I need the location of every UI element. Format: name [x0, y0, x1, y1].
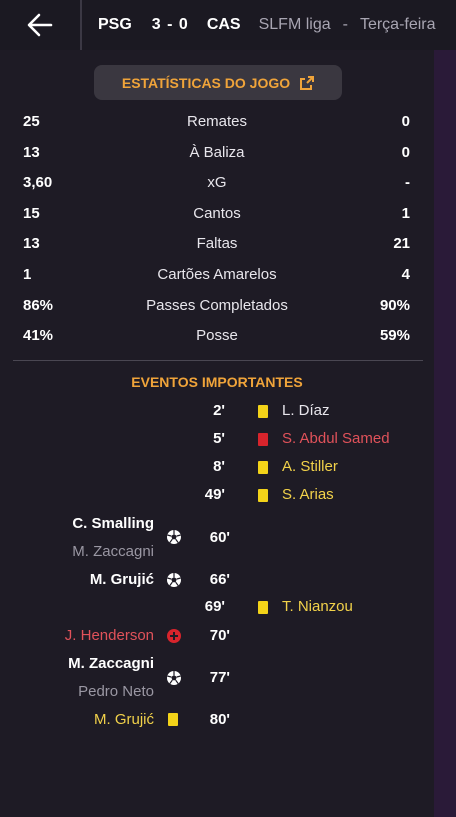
goal-scorer[interactable]: M. Zaccagni [68, 655, 154, 672]
stat-row-on-target: 13 À Baliza 0 [0, 137, 434, 168]
stat-away-value: 1 [401, 204, 410, 222]
event-player[interactable]: M. Grujić [94, 711, 154, 728]
event-player[interactable]: L. Díaz [282, 402, 330, 419]
match-header: PSG 3 - 0 CAS SLFM liga - Terça-feira [0, 0, 456, 50]
stat-label: Faltas [196, 235, 238, 253]
event-minute: 70' [209, 627, 230, 644]
event-minute: 80' [209, 711, 230, 728]
stat-away-value: 21 [393, 235, 410, 253]
yellow-card-icon [258, 489, 268, 502]
side-panel-strip [434, 0, 456, 817]
event-player[interactable]: S. Arias [282, 486, 334, 503]
goal-assist[interactable]: M. Zaccagni [72, 543, 154, 560]
stat-row-passes: 86% Passes Completados 90% [0, 290, 434, 321]
event-minute: 69' [204, 598, 225, 615]
event-minute: 66' [209, 571, 230, 588]
event-player[interactable]: S. Abdul Samed [282, 430, 390, 447]
header-separator: - [342, 16, 348, 33]
stat-label: Posse [196, 327, 238, 345]
stat-away-value: 0 [401, 143, 410, 161]
stat-label: xG [207, 174, 227, 192]
stat-away-value: 4 [401, 265, 410, 283]
event-minute: 77' [209, 669, 230, 686]
away-team[interactable]: CAS [207, 16, 241, 34]
section-divider [13, 360, 423, 361]
stat-row-fouls: 13 Faltas 21 [0, 228, 434, 259]
league-name[interactable]: SLFM liga [259, 16, 331, 34]
arrow-left-icon [27, 13, 53, 37]
yellow-card-icon [258, 405, 268, 418]
stat-away-value: 59% [379, 327, 410, 345]
yellow-card-icon [168, 713, 178, 726]
stats-table: 25 Remates 0 13 À Baliza 0 3,60 xG - 15 … [0, 106, 434, 351]
stat-label: Cantos [193, 204, 241, 222]
red-card-icon [258, 433, 268, 446]
event-minute: 2' [213, 402, 225, 419]
match-date: Terça-feira [359, 16, 436, 33]
expand-icon [300, 75, 315, 90]
scoreline: PSG 3 - 0 CAS SLFM liga - Terça-feira [82, 16, 436, 34]
home-team[interactable]: PSG [98, 16, 132, 34]
stat-label: À Baliza [189, 143, 245, 161]
goal-scorer[interactable]: C. Smalling [72, 515, 154, 532]
back-button[interactable] [0, 0, 80, 50]
stat-away-value: 0 [401, 113, 410, 130]
event-minute: 60' [209, 529, 230, 546]
stat-row-shots: 25 Remates 0 [0, 106, 434, 137]
stat-away-value: - [405, 174, 410, 192]
event-player[interactable]: J. Henderson [65, 627, 154, 644]
event-player[interactable]: A. Stiller [282, 458, 338, 475]
stat-label: Cartões Amarelos [157, 265, 277, 283]
stat-row-yellow-cards: 1 Cartões Amarelos 4 [0, 259, 434, 290]
stat-row-xg: 3,60 xG - [0, 167, 434, 198]
events-title: EVENTOS IMPORTANTES [131, 374, 303, 390]
stat-label: Remates [186, 113, 248, 130]
stat-row-possession: 41% Posse 59% [0, 320, 434, 351]
goal-scorer[interactable]: M. Grujić [90, 571, 154, 588]
event-minute: 8' [213, 458, 225, 475]
yellow-card-icon [258, 601, 268, 614]
stat-away-value: 90% [379, 296, 410, 314]
goal-assist[interactable]: Pedro Neto [78, 683, 154, 700]
event-minute: 5' [213, 430, 225, 447]
event-minute: 49' [204, 486, 225, 503]
match-stats-button[interactable]: ESTATÍSTICAS DO JOGO [94, 65, 342, 100]
stat-row-corners: 15 Cantos 1 [0, 198, 434, 229]
stat-label: Passes Completados [146, 296, 288, 314]
event-player[interactable]: T. Nianzou [282, 598, 353, 615]
score: 3 - 0 [151, 16, 189, 33]
yellow-card-icon [258, 461, 268, 474]
match-stats-label: ESTATÍSTICAS DO JOGO [121, 74, 291, 91]
